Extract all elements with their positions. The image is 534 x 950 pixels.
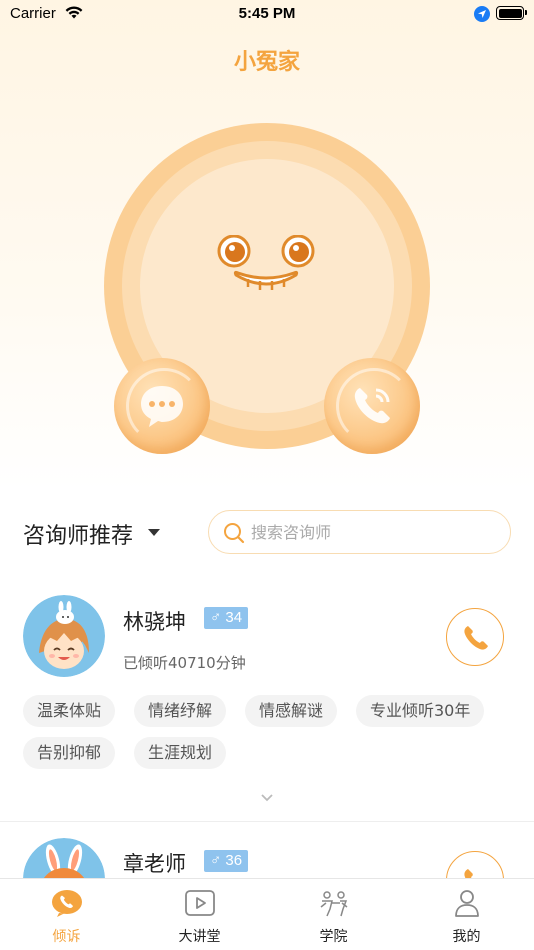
location-arrow-icon — [474, 6, 490, 22]
tag-chip: 专业倾听30年 — [356, 695, 485, 727]
male-icon: ♂ — [210, 852, 222, 869]
tab-mine[interactable]: 我的 — [400, 879, 533, 950]
tab-label: 学院 — [319, 929, 348, 945]
tab-label: 倾诉 — [52, 929, 81, 945]
search-box[interactable] — [208, 510, 511, 554]
tab-academy[interactable]: 学院 — [267, 879, 400, 950]
person-icon — [454, 890, 479, 917]
counselor-name[interactable]: 章老师 — [123, 848, 186, 878]
tab-label: 大讲堂 — [178, 929, 221, 945]
boy-avatar-icon — [23, 595, 105, 677]
gender-age-badge: ♂ 34 — [204, 607, 249, 629]
chevron-down-icon[interactable] — [260, 793, 274, 803]
chat-bubble-button[interactable] — [114, 358, 210, 454]
dropdown-caret-icon[interactable] — [148, 529, 160, 536]
counselor-avatar[interactable] — [23, 595, 105, 677]
card-divider — [0, 821, 534, 822]
status-time: 5:45 PM — [238, 5, 296, 22]
age-value: 34 — [225, 609, 243, 626]
listen-minutes: 已倾听40710分钟 — [123, 654, 246, 672]
play-icon — [184, 890, 215, 916]
counselor-recommend-title[interactable]: 咨询师推荐 — [23, 518, 133, 550]
app-title: 小冤家 — [233, 50, 300, 75]
search-input[interactable] — [251, 511, 491, 553]
tag-chip: 情绪纾解 — [134, 695, 227, 727]
phone-icon — [51, 890, 82, 917]
counselor-name[interactable]: 林骁坤 — [123, 606, 186, 636]
age-value: 36 — [225, 852, 243, 869]
tag-chip: 告别抑郁 — [23, 737, 116, 769]
call-button[interactable] — [446, 608, 504, 666]
call-bubble-button[interactable] — [324, 358, 420, 454]
male-icon: ♂ — [210, 609, 222, 626]
tab-bar: 倾诉 大讲堂 学院 我的 — [0, 878, 534, 950]
battery-icon — [496, 6, 527, 20]
tag-chip: 温柔体贴 — [23, 695, 116, 727]
chat-icon — [141, 386, 183, 427]
mascot-face-icon — [217, 235, 315, 290]
status-bar: Carrier 5:45 PM — [0, 0, 534, 28]
tag-chip: 生涯规划 — [134, 737, 227, 769]
tab-lecture[interactable]: 大讲堂 — [133, 879, 266, 950]
phone-icon — [354, 388, 390, 424]
phone-icon — [464, 626, 488, 650]
gender-age-badge: ♂ 36 — [204, 850, 249, 872]
tab-confide[interactable]: 倾诉 — [0, 879, 133, 950]
academy-icon — [320, 891, 347, 917]
tab-label: 我的 — [452, 929, 481, 945]
tag-chip: 情感解谜 — [245, 695, 338, 727]
search-icon — [224, 523, 245, 544]
